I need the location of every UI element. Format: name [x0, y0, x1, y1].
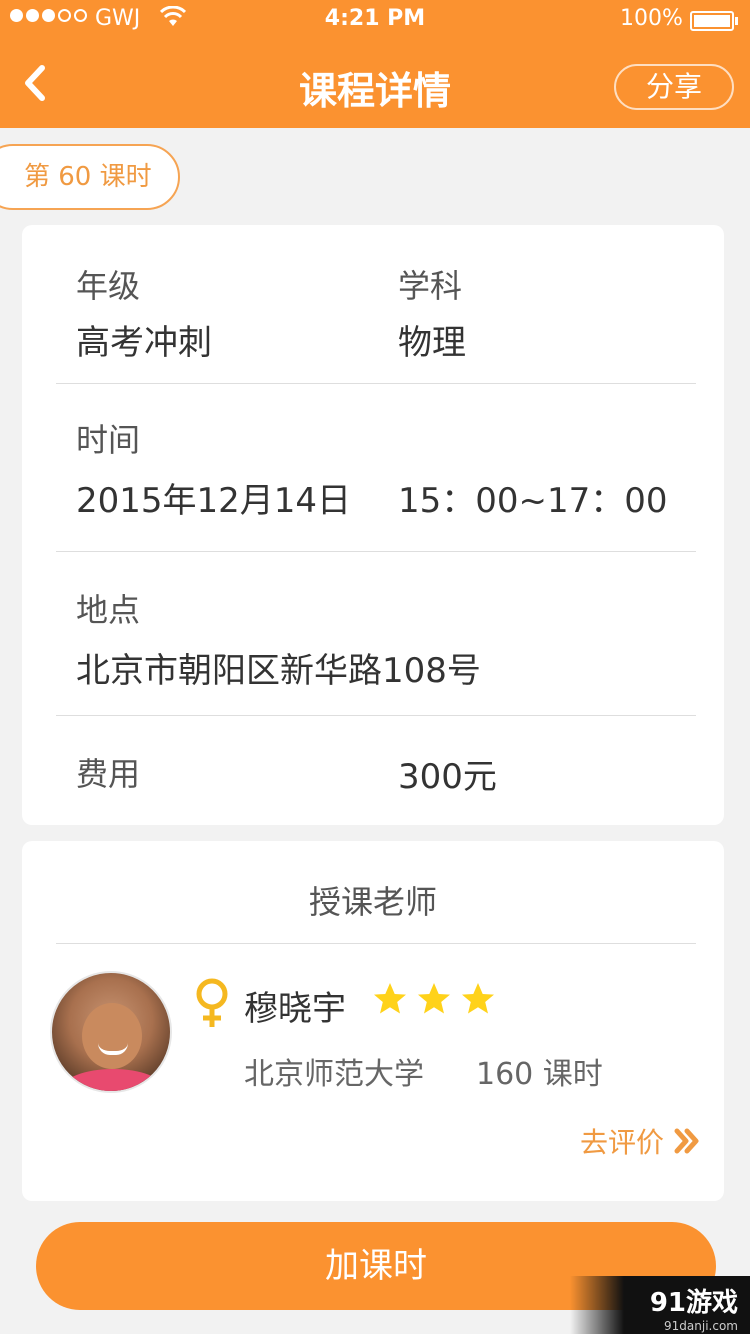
star-icon [418, 983, 450, 1014]
teacher-school: 北京师范大学 [244, 1057, 424, 1092]
grade-value: 高考冲刺 [76, 323, 212, 363]
divider [56, 943, 696, 944]
battery-percent: 100% [620, 6, 683, 31]
lesson-number-tag: 第 60 课时 [0, 144, 180, 210]
divider [56, 715, 696, 716]
time-value: 15：00~17：00 [398, 481, 668, 521]
teacher-name: 穆晓宇 [244, 989, 346, 1029]
star-icon [374, 983, 406, 1014]
teacher-card: 授课老师 穆晓宇 北京师范大学 160 课时 去评价 [22, 841, 724, 1201]
share-button[interactable]: 分享 [614, 64, 734, 110]
subject-label: 学科 [398, 267, 463, 305]
battery-icon [690, 11, 738, 31]
avatar[interactable] [50, 971, 172, 1093]
rating-stars [372, 981, 496, 1017]
divider [56, 383, 696, 384]
double-chevron-right-icon [674, 1128, 699, 1154]
watermark-sub: 91danji.com [664, 1319, 738, 1333]
site-watermark-logo: 91游戏 91danji.com [570, 1276, 750, 1334]
place-label: 地点 [76, 591, 141, 629]
teacher-hours: 160 课时 [476, 1057, 603, 1092]
subject-value: 物理 [398, 323, 466, 363]
star-icon [462, 983, 494, 1014]
status-bar: GWJ 4:21 PM 100% [0, 0, 750, 40]
rate-link[interactable]: 去评价 [580, 1121, 700, 1161]
teacher-section-title: 授课老师 [308, 883, 437, 921]
fee-value: 300元 [398, 757, 497, 797]
watermark-text: 91游戏 [649, 1288, 738, 1318]
time-label: 时间 [76, 421, 141, 459]
fee-label: 费用 [76, 755, 141, 793]
date-value: 2015年12月14日 [76, 481, 352, 521]
top-bar: GWJ 4:21 PM 100% 课程详情 分享 [0, 0, 750, 128]
place-value: 北京市朝阳区新华路108号 [76, 651, 481, 691]
grade-label: 年级 [76, 267, 141, 305]
course-details-card: 年级 高考冲刺 学科 物理 时间 2015年12月14日 15：00~17：00… [22, 225, 724, 825]
divider [56, 551, 696, 552]
rate-label: 去评价 [580, 1126, 665, 1159]
female-icon [190, 977, 234, 1029]
